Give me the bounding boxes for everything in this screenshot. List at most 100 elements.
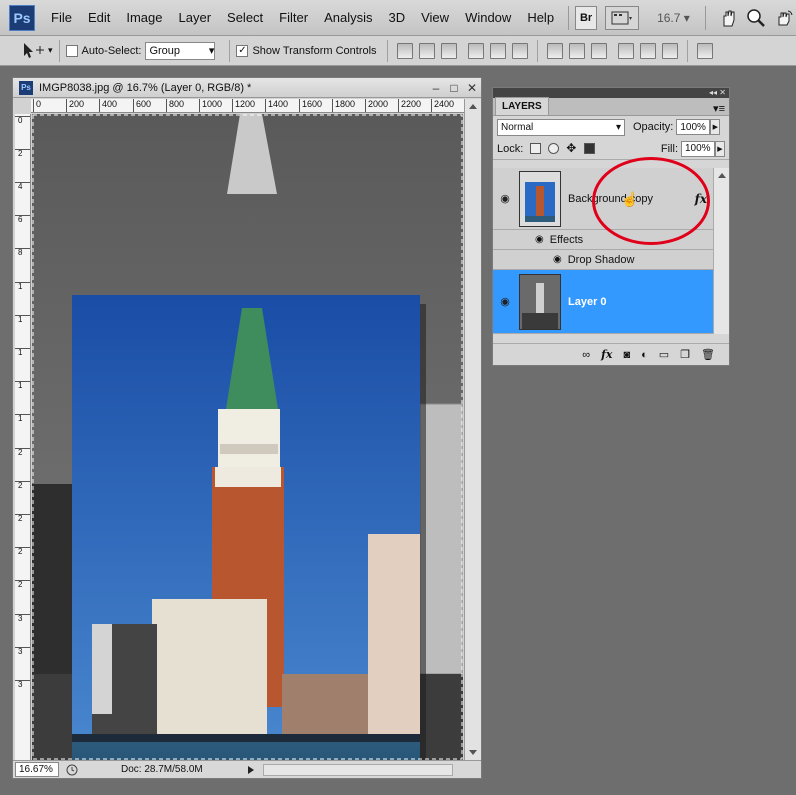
- zoom-level-value: 16.7: [657, 10, 681, 25]
- arrange-documents-button[interactable]: [605, 5, 640, 30]
- menu-file[interactable]: File: [43, 10, 80, 25]
- opacity-arrow-icon[interactable]: ▶: [710, 119, 721, 135]
- zoom-level-field[interactable]: 16.7 ▾: [657, 11, 697, 25]
- show-transform-controls-checkbox[interactable]: ✓ Show Transform Controls: [236, 44, 377, 57]
- auto-select-checkbox[interactable]: Auto-Select:: [65, 44, 141, 57]
- menu-edit[interactable]: Edit: [80, 10, 118, 25]
- auto-select-dropdown[interactable]: Group ▾: [145, 41, 216, 60]
- distribute-horizontal-center-icon[interactable]: [639, 42, 656, 59]
- align-right-icon[interactable]: [511, 42, 528, 59]
- bridge-button[interactable]: Br: [575, 5, 598, 30]
- lock-position-icon[interactable]: ✥: [566, 142, 577, 154]
- align-left-icon[interactable]: [467, 42, 484, 59]
- vertical-scrollbar[interactable]: [464, 99, 481, 760]
- eye-icon[interactable]: ◉: [493, 295, 517, 308]
- panel-menu-icon[interactable]: ▾≡: [713, 102, 725, 115]
- lock-transparent-pixels-icon[interactable]: [530, 143, 542, 154]
- distribute-right-icon[interactable]: [661, 42, 678, 59]
- layers-scrollbar[interactable]: [713, 168, 729, 334]
- effects-label: Effects: [549, 233, 584, 246]
- layers-tab-bar: LAYERS ▾≡: [493, 97, 729, 116]
- menu-filter[interactable]: Filter: [271, 10, 316, 25]
- menu-select[interactable]: Select: [219, 10, 271, 25]
- auto-select-box[interactable]: [65, 44, 78, 57]
- new-layer-icon[interactable]: ❐: [680, 348, 690, 361]
- ruler-tick: 1800: [332, 99, 355, 112]
- options-separator: [58, 39, 60, 62]
- ruler-tick: 6: [15, 215, 30, 224]
- menu-window[interactable]: Window: [457, 10, 519, 25]
- scroll-up-icon[interactable]: [465, 99, 481, 113]
- close-icon[interactable]: ✕: [463, 81, 481, 95]
- add-mask-icon[interactable]: ◙: [623, 349, 630, 361]
- layer-thumbnail: [519, 273, 561, 330]
- venice-photo-composite: [32, 114, 463, 760]
- horizontal-ruler[interactable]: 0 200 400 600 800 1000 1200 1400 1600 18…: [31, 99, 464, 113]
- menu-view[interactable]: View: [413, 10, 457, 25]
- move-tool-icon[interactable]: [20, 41, 48, 61]
- zoom-percent-field[interactable]: 16.67%: [15, 762, 59, 777]
- ruler-tick: 1: [15, 315, 30, 324]
- vertical-ruler[interactable]: 0 2 4 6 8 1 1 1 1 1 2 2 2 2 2 3 3 3: [15, 114, 31, 760]
- menu-3d[interactable]: 3D: [380, 10, 413, 25]
- menu-analysis[interactable]: Analysis: [316, 10, 380, 25]
- rotate-view-icon[interactable]: [774, 8, 794, 28]
- document-canvas[interactable]: [32, 114, 463, 760]
- lock-all-icon[interactable]: [584, 143, 596, 154]
- align-bottom-icon[interactable]: [440, 42, 457, 59]
- eye-icon[interactable]: ◉: [553, 254, 562, 265]
- status-menu-arrow-icon[interactable]: [245, 763, 257, 777]
- eye-icon[interactable]: ◉: [493, 192, 517, 205]
- eye-icon[interactable]: ◉: [535, 234, 544, 245]
- layers-footer: ∞ fx ◙ ◐ ▭ ❐ 🗑: [493, 343, 729, 365]
- chevron-down-icon[interactable]: ▾: [48, 45, 53, 56]
- fill-field[interactable]: 100%: [681, 140, 715, 157]
- layer-row-layer-0[interactable]: ◉ Layer 0: [493, 270, 713, 334]
- layer-style-icon[interactable]: fx: [601, 348, 612, 361]
- menu-layer[interactable]: Layer: [171, 10, 220, 25]
- show-transform-box[interactable]: ✓: [236, 44, 249, 57]
- status-info-icon[interactable]: [65, 763, 81, 777]
- distribute-top-icon[interactable]: [546, 42, 563, 59]
- align-vertical-center-icon[interactable]: [418, 42, 435, 59]
- drop-shadow-effect-row[interactable]: ◉ Drop Shadow: [493, 250, 713, 270]
- lock-image-pixels-icon[interactable]: [548, 143, 560, 154]
- ruler-tick: 2400: [431, 99, 454, 112]
- menu-separator: [705, 5, 707, 30]
- menu-image[interactable]: Image: [118, 10, 170, 25]
- distribute-vertical-center-icon[interactable]: [568, 42, 585, 59]
- horizontal-scrollbar[interactable]: [262, 763, 453, 776]
- align-horizontal-center-icon[interactable]: [489, 42, 506, 59]
- opacity-field[interactable]: 100%: [676, 119, 711, 135]
- align-top-icon[interactable]: [396, 42, 413, 59]
- document-title-bar[interactable]: Ps IMGP8038.jpg @ 16.7% (Layer 0, RGB/8)…: [13, 78, 481, 98]
- distribute-bottom-icon[interactable]: [590, 42, 607, 59]
- menu-help[interactable]: Help: [519, 10, 562, 25]
- hand-tool-icon[interactable]: [718, 8, 738, 28]
- new-group-icon[interactable]: ▭: [659, 348, 669, 361]
- layer-name[interactable]: Background copy: [568, 193, 653, 205]
- auto-align-layers-icon[interactable]: [696, 42, 713, 59]
- layer-name[interactable]: Layer 0: [568, 296, 607, 308]
- zoom-tool-icon[interactable]: [746, 8, 766, 28]
- ruler-tick: 0: [15, 116, 30, 125]
- ruler-tick: 200: [66, 99, 84, 112]
- window-controls: – □ ✕: [427, 81, 481, 95]
- link-layers-icon[interactable]: ∞: [582, 349, 590, 361]
- layer-fx-badge[interactable]: fx: [695, 192, 707, 206]
- minimize-icon[interactable]: –: [427, 81, 445, 95]
- options-separator: [229, 39, 231, 62]
- fill-arrow-icon[interactable]: ▶: [715, 140, 725, 157]
- scroll-down-icon[interactable]: [465, 746, 481, 760]
- collapse-icon[interactable]: ◂◂ ✕: [709, 88, 726, 98]
- layer-row-background-copy[interactable]: ◉ Background copy fx: [493, 168, 713, 230]
- maximize-icon[interactable]: □: [445, 81, 463, 95]
- distribute-left-icon[interactable]: [617, 42, 634, 59]
- tab-layers[interactable]: LAYERS: [495, 97, 549, 115]
- adjustment-layer-icon[interactable]: ◐: [641, 349, 648, 361]
- delete-layer-icon[interactable]: 🗑: [701, 348, 715, 361]
- scroll-up-icon[interactable]: [714, 168, 730, 182]
- blend-mode-dropdown[interactable]: Normal ▾: [497, 118, 625, 136]
- layer-effects-row[interactable]: ◉ Effects: [493, 230, 713, 250]
- thumbnail-image: [520, 274, 560, 329]
